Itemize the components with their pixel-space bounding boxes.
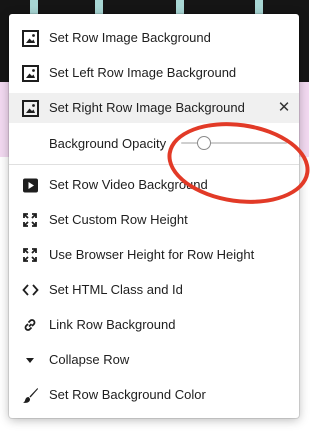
menu-item-label: Collapse Row [49,352,130,367]
link-icon [21,316,39,334]
menu-item-label: Set Row Background Color [49,387,206,402]
menu-item-label: Link Row Background [49,317,176,332]
menu-item-label: Set Row Image Background [49,30,211,45]
image-icon [21,99,39,117]
menu-item-label: Set Right Row Image Background [49,100,245,115]
menu-item-set-left-row-image-background[interactable]: Set Left Row Image Background [9,58,299,88]
paintbrush-icon [21,386,39,404]
menu-item-label: Set Left Row Image Background [49,65,237,80]
image-icon [21,64,39,82]
menu-item-use-browser-height[interactable]: Use Browser Height for Row Height [9,240,299,270]
menu-item-set-row-image-background[interactable]: Set Row Image Background [9,23,299,53]
close-icon[interactable]: ✕ [276,100,292,116]
menu-item-set-custom-row-height[interactable]: Set Custom Row Height [9,205,299,235]
code-brackets-icon [21,281,39,299]
resize-arrows-icon [21,211,39,229]
background-opacity-label: Background Opacity [49,136,167,151]
image-icon [21,29,39,47]
page-background-stripe [255,0,263,14]
menu-item-set-row-background-color[interactable]: Set Row Background Color [9,380,299,410]
menu-item-set-html-class-and-id[interactable]: Set HTML Class and Id [9,275,299,305]
menu-item-collapse-row[interactable]: Collapse Row [9,345,299,375]
page-background-stripe [95,0,103,14]
triangle-down-icon [21,351,39,369]
page-background-stripe [30,0,38,14]
resize-arrows-icon [21,246,39,264]
menu-item-label: Set HTML Class and Id [49,282,183,297]
menu-item-label: Set Custom Row Height [49,212,188,227]
page-background-stripe [176,0,184,14]
video-play-icon [21,176,39,194]
menu-item-label: Use Browser Height for Row Height [49,247,255,262]
menu-item-link-row-background[interactable]: Link Row Background [9,310,299,340]
row-background-menu: Set Row Image Background Set Left Row Im… [9,14,315,418]
menu-item-set-right-row-image-background[interactable]: Set Right Row Image Background ✕ [9,93,299,123]
